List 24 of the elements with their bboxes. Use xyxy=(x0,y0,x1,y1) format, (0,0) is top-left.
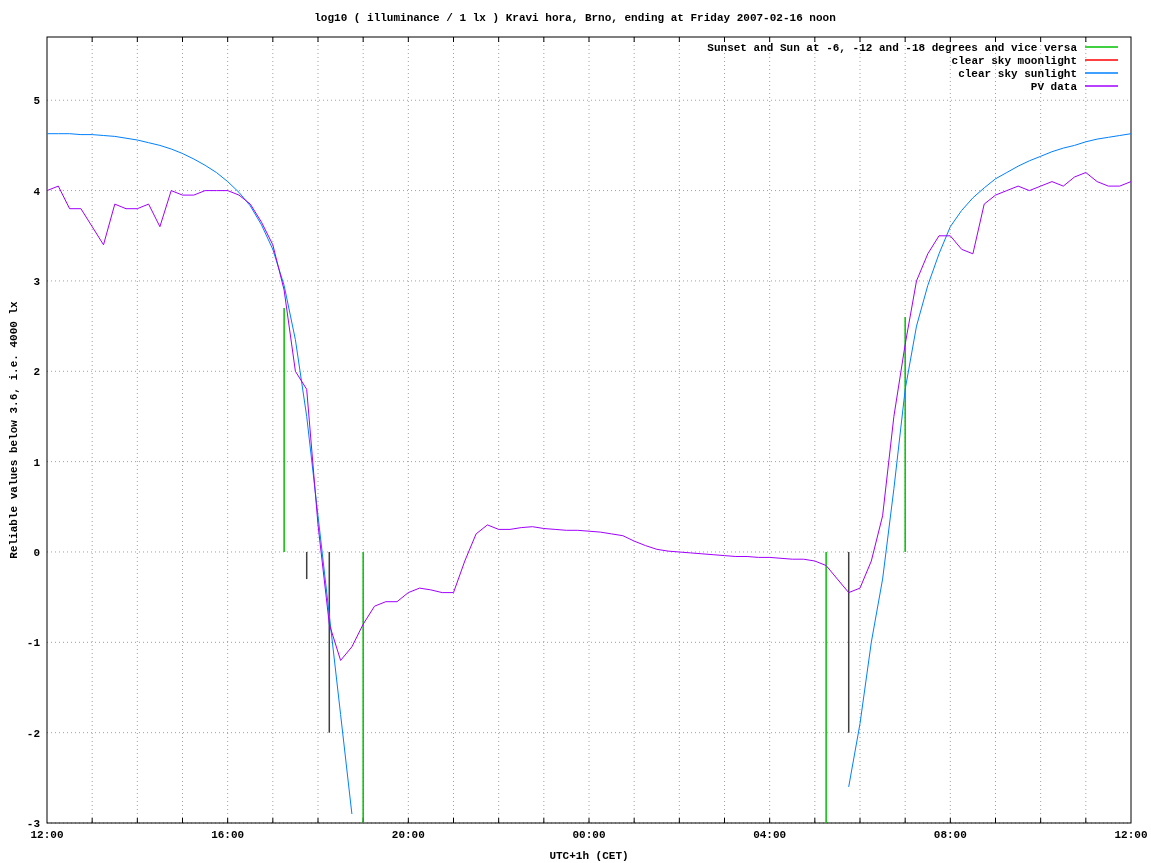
tick-label: 16:00 xyxy=(211,829,245,841)
tick-label: 04:00 xyxy=(753,829,787,841)
event-bar xyxy=(305,551,308,580)
tick-label: 08:00 xyxy=(933,829,967,841)
tick-label: 4 xyxy=(33,185,40,198)
tick-label: -2 xyxy=(26,727,40,740)
x-axis-label: UTC+1h (CET) xyxy=(549,850,629,862)
legend-label: clear sky sunlight xyxy=(958,68,1077,80)
tick-label: 0 xyxy=(33,546,40,559)
tick-label: 12:00 xyxy=(1114,829,1148,841)
tick-label: 12:00 xyxy=(30,829,64,841)
tick-label: 2 xyxy=(33,366,40,379)
tick-label: 5 xyxy=(33,95,40,108)
tick-label: -3 xyxy=(26,818,40,830)
tick-label: 20:00 xyxy=(391,829,425,841)
legend-label: PV data xyxy=(1030,81,1077,93)
chart-title: log10 ( illuminance / 1 lx ) Kravi hora, Brno, ending at Friday 2007-02-16 noon xyxy=(314,12,836,24)
tick-label: -1 xyxy=(26,637,40,650)
tick-label: 3 xyxy=(33,275,40,288)
tick-label: 00:00 xyxy=(572,829,606,841)
legend-label: clear sky moonlight xyxy=(951,55,1077,67)
legend-label: Sunset and Sun at -6, -12 and -18 degrees and vice versa xyxy=(707,42,1077,54)
y-axis-label: Reliable values below 3.6, i.e. 4000 lx xyxy=(8,301,20,559)
tick-label: 1 xyxy=(33,456,40,469)
